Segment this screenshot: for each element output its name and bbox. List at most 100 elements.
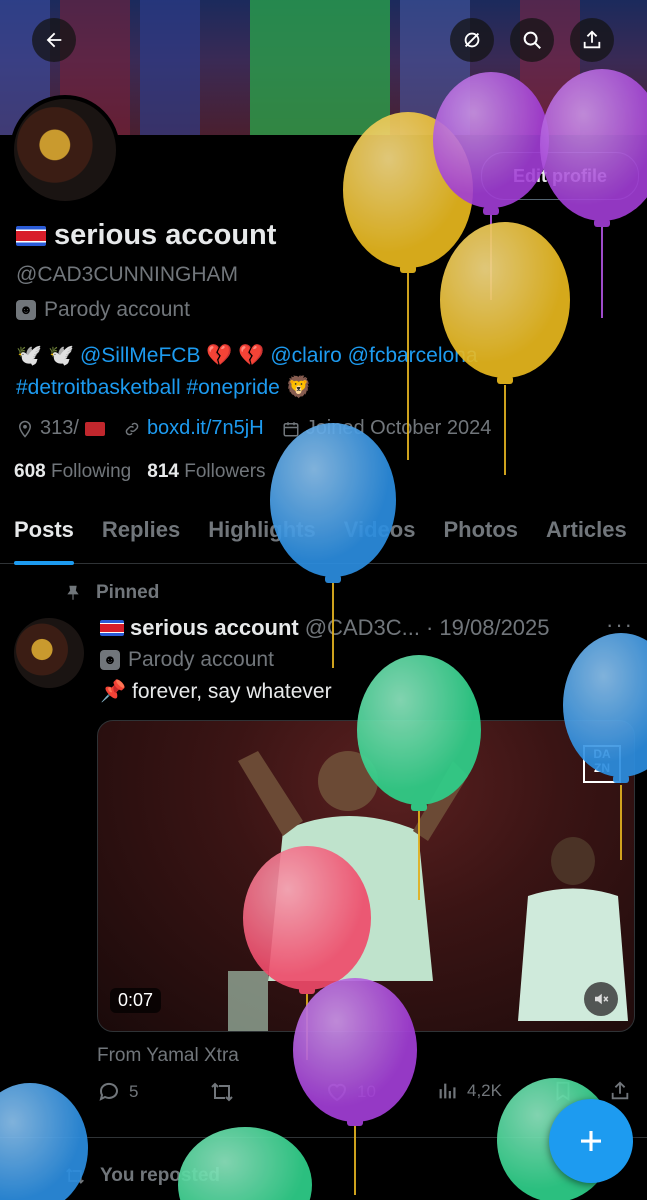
post-parody-text: Parody account bbox=[128, 648, 274, 671]
tab-highlights-label: Highlights bbox=[208, 517, 316, 542]
lion-icon: 🦁 bbox=[285, 376, 312, 399]
website-link[interactable]: boxd.it/7n5jH bbox=[147, 417, 264, 440]
bookmark-button[interactable] bbox=[552, 1080, 574, 1102]
morocco-flag-icon bbox=[84, 421, 105, 436]
tab-articles-label: Articles bbox=[546, 517, 627, 542]
tab-photos[interactable]: Photos bbox=[429, 505, 532, 563]
profile-handle: @CAD3CUNNINGHAM bbox=[16, 263, 238, 286]
edit-profile-button[interactable]: Edit profile bbox=[481, 152, 639, 200]
post-author[interactable]: serious account bbox=[130, 615, 299, 641]
repost-indicator: You reposted bbox=[64, 1165, 220, 1187]
post-parody-label: ☻ Parody account bbox=[100, 648, 274, 672]
reply-button[interactable]: 5 bbox=[97, 1080, 138, 1104]
tab-highlights[interactable]: Highlights bbox=[194, 505, 330, 563]
like-button[interactable]: 10 bbox=[325, 1080, 376, 1104]
joined-date: Joined October 2024 bbox=[282, 417, 492, 440]
follow-stats: 608 Following 814 Followers bbox=[14, 461, 266, 483]
share-post-button[interactable] bbox=[609, 1080, 631, 1102]
post-actions: 5 10 4,2K bbox=[97, 1080, 637, 1112]
profile-bio: 🕊️ 🕊️ @SillMeFCB 💔 💔 @clairo @fcbarcelon… bbox=[16, 340, 616, 404]
post-body-text: forever, say whatever bbox=[132, 680, 332, 703]
bio-emoji-hearts: 💔 💔 bbox=[206, 344, 265, 367]
repost-icon bbox=[66, 1168, 84, 1184]
location-text: 313/ bbox=[40, 417, 79, 439]
following-count: 608 bbox=[14, 461, 46, 482]
website[interactable]: boxd.it/7n5jH bbox=[123, 417, 264, 440]
profile-meta: 313/ boxd.it/7n5jH Joined October 2024 bbox=[16, 417, 491, 440]
grok-icon bbox=[464, 32, 480, 48]
post-text: 📌 forever, say whatever bbox=[100, 680, 332, 704]
location: 313/ bbox=[16, 417, 105, 440]
joined-text: Joined October 2024 bbox=[305, 417, 492, 439]
dazn-watermark: DA ZN bbox=[583, 745, 621, 783]
bio-mention-fcbarcelona[interactable]: @fcbarcelona bbox=[348, 344, 478, 367]
video-frame bbox=[228, 751, 628, 1031]
post-handle[interactable]: @CAD3C... bbox=[305, 615, 420, 641]
tab-articles[interactable]: Articles bbox=[532, 505, 641, 563]
active-tab-indicator bbox=[14, 561, 74, 565]
followers-label: Followers bbox=[184, 461, 266, 482]
flag-icon bbox=[16, 225, 46, 246]
post-date[interactable]: · 19/08/2025 bbox=[426, 615, 550, 641]
followers-count: 814 bbox=[147, 461, 179, 482]
pinned-indicator: Pinned bbox=[64, 582, 159, 604]
pinned-label: Pinned bbox=[96, 582, 160, 603]
bio-mention-sillmefcb[interactable]: @SillMeFCB bbox=[80, 344, 201, 367]
mask-icon: ☻ bbox=[16, 300, 36, 320]
tab-replies[interactable]: Replies bbox=[88, 505, 194, 563]
calendar-icon bbox=[283, 421, 299, 436]
more-options-icon[interactable]: ··· bbox=[606, 612, 634, 638]
share-button[interactable] bbox=[570, 18, 614, 62]
video-source[interactable]: From Yamal Xtra bbox=[97, 1045, 239, 1067]
link-icon bbox=[125, 422, 139, 435]
balloon-yellow-1 bbox=[343, 112, 473, 460]
views-button[interactable]: 4,2K bbox=[437, 1080, 502, 1102]
reply-icon bbox=[99, 1082, 118, 1101]
reposted-label: You reposted bbox=[100, 1165, 220, 1186]
search-icon bbox=[523, 31, 541, 49]
bookmark-icon bbox=[556, 1081, 570, 1101]
post-avatar[interactable] bbox=[14, 618, 84, 688]
views-icon bbox=[439, 1083, 456, 1099]
bio-mention-clairo[interactable]: @clairo bbox=[270, 344, 342, 367]
heart-icon bbox=[327, 1083, 347, 1102]
parody-label: ☻ Parody account bbox=[16, 298, 190, 322]
search-button[interactable] bbox=[510, 18, 554, 62]
mute-button[interactable] bbox=[584, 982, 618, 1016]
bio-hashtag-detroitbasketball[interactable]: #detroitbasketball bbox=[16, 376, 181, 399]
tab-posts[interactable]: Posts bbox=[0, 505, 88, 565]
repost-button[interactable] bbox=[209, 1080, 235, 1104]
tab-photos-label: Photos bbox=[443, 517, 519, 542]
video-duration: 0:07 bbox=[110, 988, 162, 1013]
profile-avatar[interactable] bbox=[10, 95, 120, 205]
plus-icon bbox=[581, 1131, 601, 1151]
share-icon bbox=[583, 30, 601, 49]
display-name: serious account bbox=[16, 219, 276, 252]
tab-replies-label: Replies bbox=[101, 517, 181, 542]
speaker-muted-icon bbox=[595, 993, 609, 1005]
reply-count: 5 bbox=[129, 1082, 139, 1101]
following-label: Following bbox=[50, 461, 132, 482]
bio-emoji-doves: 🕊️ 🕊️ bbox=[16, 344, 75, 367]
repost-icon bbox=[211, 1082, 233, 1102]
share-icon bbox=[611, 1081, 629, 1100]
back-button[interactable] bbox=[32, 18, 76, 62]
post-video[interactable] bbox=[97, 720, 635, 1032]
followers-link[interactable]: 814 Followers bbox=[147, 461, 265, 483]
compose-button[interactable] bbox=[549, 1099, 633, 1183]
grok-button[interactable] bbox=[450, 18, 494, 62]
like-count: 10 bbox=[357, 1082, 376, 1101]
display-name-text: serious account bbox=[54, 219, 277, 251]
mask-icon: ☻ bbox=[100, 650, 120, 670]
back-arrow-icon bbox=[46, 32, 62, 48]
tab-videos[interactable]: Videos bbox=[330, 505, 430, 563]
flag-icon bbox=[100, 620, 124, 636]
tab-posts-label: Posts bbox=[14, 517, 74, 542]
following-link[interactable]: 608 Following bbox=[14, 461, 131, 483]
tab-videos-label: Videos bbox=[343, 517, 416, 542]
parody-text: Parody account bbox=[44, 298, 190, 321]
pin-icon bbox=[67, 585, 79, 600]
post-header: serious account @CAD3C... · 19/08/2025 bbox=[100, 615, 550, 641]
location-pin-icon bbox=[18, 420, 32, 438]
bio-hashtag-onepride[interactable]: #onepride bbox=[186, 376, 279, 399]
